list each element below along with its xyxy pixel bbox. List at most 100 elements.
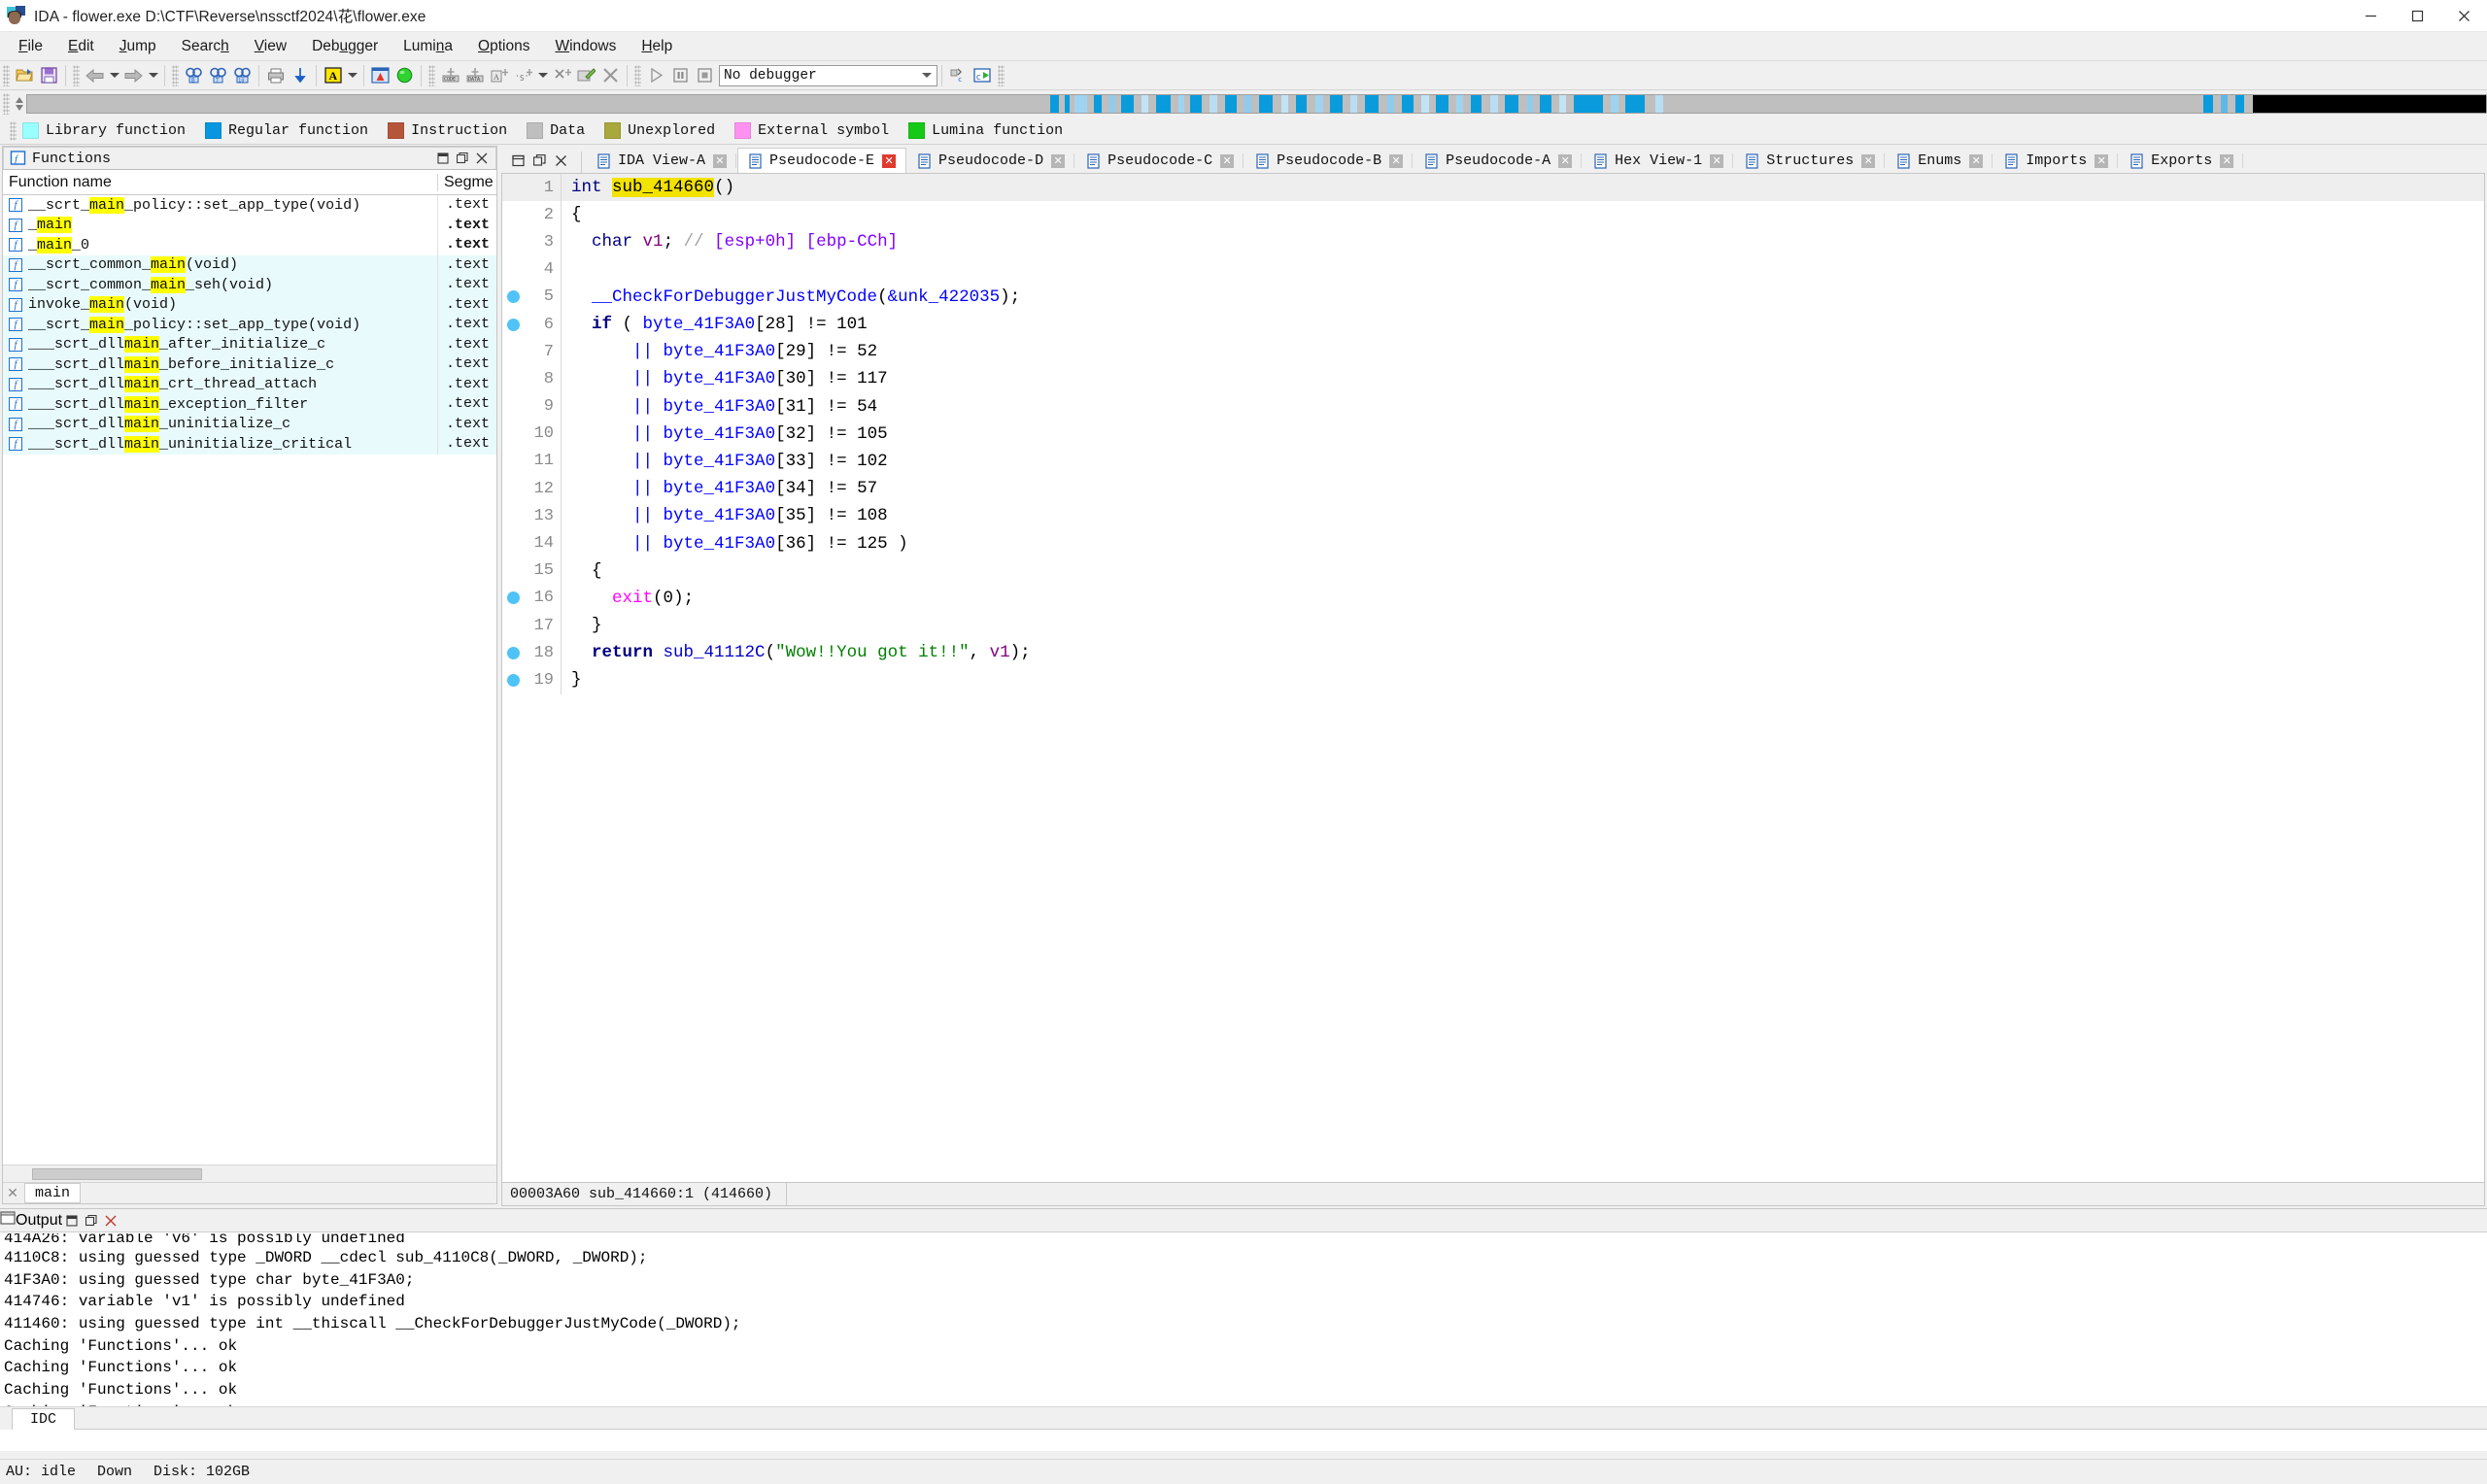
code-line[interactable]: 13 || byte_41F3A0[35] != 108 <box>502 502 2484 530</box>
breakpoint-dot-icon[interactable] <box>506 673 520 687</box>
debugger-select[interactable]: No debugger <box>719 64 937 86</box>
tab-exports[interactable]: Exports ✕ <box>2119 148 2244 173</box>
function-name-cell[interactable]: f __scrt_main_policy::set_app_type(void) <box>3 196 437 214</box>
breakpoint-gutter[interactable] <box>502 591 524 605</box>
pseudocode-view[interactable]: 1 int sub_414660() 2{3 char v1; // [esp+0h… <box>501 173 2485 1183</box>
code-line[interactable]: 14 || byte_41F3A0[36] != 125 ) <box>502 529 2484 557</box>
struct-dropdown-icon[interactable] <box>535 63 550 87</box>
menu-item-edit[interactable]: Edit <box>55 35 107 58</box>
function-name-cell[interactable]: f ___scrt_dllmain_uninitialize_critical <box>3 435 437 453</box>
navband-scroll-arrows[interactable] <box>13 91 26 117</box>
toolbar-grip-1[interactable] <box>3 64 10 86</box>
function-name-cell[interactable]: f ___scrt_dllmain_uninitialize_c <box>3 416 437 433</box>
minimize-button[interactable] <box>2347 0 2394 32</box>
save-icon[interactable] <box>37 63 61 87</box>
output-float-button[interactable] <box>82 1211 101 1231</box>
code-line[interactable]: 7 || byte_41F3A0[29] != 52 <box>502 338 2484 366</box>
code-line[interactable]: 4 <box>502 255 2484 284</box>
tab-hex-view-1[interactable]: Hex View-1 ✕ <box>1583 148 1734 173</box>
breakpoint-dot-icon[interactable] <box>506 591 520 605</box>
code-line[interactable]: 15 { <box>502 556 2484 585</box>
make-struct-icon[interactable]: 'S' <box>511 63 535 87</box>
function-list-row[interactable]: f _main .text <box>3 215 496 235</box>
function-list-row[interactable]: f ___scrt_dllmain_before_initialize_c .tex… <box>3 354 496 375</box>
navband-grip[interactable] <box>3 93 10 115</box>
make-code-icon[interactable]: CODE <box>438 63 462 87</box>
function-name-cell[interactable]: f ___scrt_dllmain_after_initialize_c <box>3 336 437 354</box>
code-line[interactable]: 12 || byte_41F3A0[34] != 57 <box>502 475 2484 503</box>
mdi-close-icon[interactable] <box>550 150 571 171</box>
breakpoint-gutter[interactable] <box>502 673 524 687</box>
toolbar-grip-3[interactable] <box>172 64 179 86</box>
function-name-cell[interactable]: f invoke_main(void) <box>3 296 437 314</box>
back-dropdown-icon[interactable] <box>107 63 121 87</box>
search-binary-icon[interactable]: B <box>182 63 206 87</box>
code-line[interactable]: 19} <box>502 666 2484 694</box>
output-close-button[interactable] <box>101 1211 120 1231</box>
tab-pseudocode-e[interactable]: Pseudocode-E ✕ <box>737 148 907 173</box>
function-name-cell[interactable]: f __scrt_common_main_seh(void) <box>3 276 437 293</box>
stop-icon[interactable] <box>693 63 717 87</box>
debug-options-icon[interactable]: c <box>946 63 971 87</box>
start-debug-icon[interactable]: c <box>971 63 995 87</box>
pause-icon[interactable] <box>668 63 693 87</box>
code-line[interactable]: 3 char v1; // [esp+0h] [ebp-CCh] <box>502 228 2484 256</box>
toolbar-grip-4[interactable] <box>428 64 435 86</box>
menu-item-file[interactable]: File <box>6 35 55 58</box>
functions-hscrollbar[interactable] <box>3 1164 496 1182</box>
forward-arrow-icon[interactable] <box>121 63 146 87</box>
function-name-cell[interactable]: f _main_0 <box>3 236 437 253</box>
code-line[interactable]: 18 return sub_41112C("Wow!!You got it!!"… <box>502 639 2484 667</box>
mdi-restore-icon[interactable] <box>507 150 528 171</box>
menu-item-jump[interactable]: Jump <box>107 35 169 58</box>
pseudocode-text[interactable]: 1 int sub_414660() 2{3 char v1; // [esp+0h… <box>502 174 2484 694</box>
output-log[interactable]: 414A26: variable 'v6' is possibly undefi… <box>0 1232 2487 1407</box>
functions-float-button[interactable] <box>453 149 472 168</box>
run-icon[interactable] <box>644 63 668 87</box>
delete-icon[interactable] <box>598 63 623 87</box>
mdi-tile-icon[interactable] <box>528 150 550 171</box>
code-line[interactable]: 6 if ( byte_41F3A0[28] != 101 <box>502 310 2484 339</box>
function-list-row[interactable]: f __scrt_common_main_seh(void) .text <box>3 275 496 295</box>
menu-item-search[interactable]: Search <box>169 35 242 58</box>
legend-grip[interactable] <box>10 120 17 141</box>
close-button[interactable] <box>2440 0 2487 32</box>
functions-list[interactable]: f __scrt_main_policy::set_app_type(void).… <box>3 195 496 455</box>
breakpoint-gutter[interactable] <box>502 646 524 659</box>
tab-close-icon[interactable]: ✕ <box>1220 153 1235 168</box>
code-line[interactable]: 8 || byte_41F3A0[30] != 117 <box>502 365 2484 393</box>
functions-tabstrip-close-icon[interactable]: ✕ <box>3 1185 22 1201</box>
functions-tab-main[interactable]: main <box>24 1183 82 1203</box>
code-line[interactable]: 17 } <box>502 612 2484 640</box>
code-line[interactable]: 1 int sub_414660() <box>502 174 2484 202</box>
green-play-icon[interactable] <box>392 63 417 87</box>
search-text-icon[interactable]: T <box>206 63 230 87</box>
jump-down-icon[interactable] <box>288 63 312 87</box>
make-string-icon[interactable]: A <box>487 63 511 87</box>
open-file-icon[interactable] <box>13 63 37 87</box>
tab-close-icon[interactable]: ✕ <box>1389 153 1404 168</box>
navigation-band[interactable] <box>26 94 2487 114</box>
function-name-cell[interactable]: f __scrt_common_main(void) <box>3 256 437 274</box>
function-name-cell[interactable]: f __scrt_main_policy::set_app_type(void) <box>3 316 437 333</box>
code-line[interactable]: 11 || byte_41F3A0[33] != 102 <box>502 447 2484 476</box>
function-list-row[interactable]: f invoke_main(void) .text <box>3 294 496 315</box>
tab-close-icon[interactable]: ✕ <box>882 153 897 168</box>
alt-view-icon[interactable] <box>368 63 392 87</box>
rename-icon[interactable] <box>574 63 598 87</box>
function-list-row[interactable]: f ___scrt_dllmain_after_initialize_c .text <box>3 334 496 354</box>
breakpoint-dot-icon[interactable] <box>506 646 520 659</box>
function-name-cell[interactable]: f _main <box>3 217 437 234</box>
function-list-row[interactable]: f __scrt_main_policy::set_app_type(void).… <box>3 195 496 216</box>
output-tab-idc[interactable]: IDC <box>12 1408 76 1430</box>
tab-close-icon[interactable]: ✕ <box>713 153 728 168</box>
menu-item-options[interactable]: Options <box>465 35 542 58</box>
function-list-row[interactable]: f ___scrt_dllmain_exception_filter .text <box>3 394 496 415</box>
tab-ida-view-a[interactable]: IDA View-A ✕ <box>586 148 737 173</box>
breakpoint-dot-icon[interactable] <box>506 290 520 304</box>
menu-item-windows[interactable]: Windows <box>542 35 629 58</box>
undefine-icon[interactable] <box>550 63 574 87</box>
function-list-row[interactable]: f ___scrt_dllmain_crt_thread_attach .text <box>3 374 496 394</box>
function-list-row[interactable]: f ___scrt_dllmain_uninitialize_c .text <box>3 414 496 434</box>
breakpoint-gutter[interactable] <box>502 318 524 331</box>
